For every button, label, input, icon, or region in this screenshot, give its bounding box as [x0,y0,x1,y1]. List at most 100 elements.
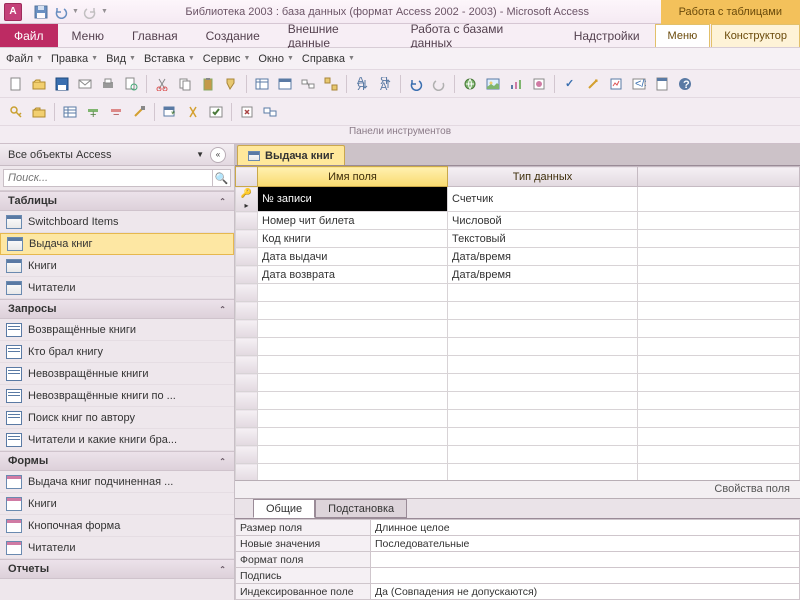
prop-val[interactable]: Длинное целое [371,520,800,536]
field-name-cell[interactable]: № записи [258,187,448,212]
collapse-icon[interactable]: « [210,147,226,163]
copy-icon[interactable] [175,74,195,94]
field-type-cell[interactable]: Текстовый [448,230,638,248]
preview-icon[interactable] [121,74,141,94]
nav-item-query[interactable]: Невозвращённые книги по ... [0,385,234,407]
dropdown-icon[interactable]: ▼ [72,8,79,15]
cat-queries[interactable]: Запросы⌃ [0,299,234,319]
analyze-icon[interactable] [606,74,626,94]
menu-view[interactable]: Вид▼ [106,53,136,65]
prop-val[interactable]: Да (Совпадения не допускаются) [371,584,800,600]
cat-reports[interactable]: Отчеты⌃ [0,559,234,579]
col-datatype[interactable]: Тип данных [448,167,638,187]
check-icon[interactable] [206,102,226,122]
close-icon[interactable] [237,102,257,122]
sort-desc-icon[interactable]: ЯA [375,74,395,94]
cat-tables[interactable]: Таблицы⌃ [0,191,234,211]
properties-icon[interactable] [652,74,672,94]
prop-val[interactable] [371,568,800,584]
undo-icon[interactable] [406,74,426,94]
tab-external[interactable]: Внешние данные [274,24,397,47]
field-type-cell[interactable]: Дата/время [448,266,638,284]
row-selector[interactable] [236,248,258,266]
field-type-cell[interactable]: Числовой [448,212,638,230]
nav-item-form[interactable]: Выдача книг подчиненная ... [0,471,234,493]
cut-icon[interactable] [152,74,172,94]
menu-help[interactable]: Справка▼ [302,53,355,65]
menu-tools[interactable]: Сервис▼ [203,53,251,65]
undo-icon[interactable] [52,3,70,21]
tab-home[interactable]: Главная [118,24,192,47]
autocorrect-icon[interactable] [583,74,603,94]
nav-item-form[interactable]: Читатели [0,537,234,559]
key-icon[interactable] [6,102,26,122]
prop-val[interactable] [371,552,800,568]
nav-item-query[interactable]: Поиск книг по автору [0,407,234,429]
code-icon[interactable]: </> [629,74,649,94]
new-icon[interactable] [6,74,26,94]
tab-addins[interactable]: Надстройки [560,24,654,47]
dropdown-icon[interactable]: ▼ [196,150,204,159]
nav-header[interactable]: Все объекты Access ▼ « [0,144,234,166]
row-selector[interactable] [236,212,258,230]
search-input[interactable] [3,169,213,187]
field-grid[interactable]: Имя поля Тип данных 🔑▸№ записиСчетчик Но… [235,166,800,481]
relationships-icon[interactable] [298,74,318,94]
indexes-icon[interactable] [183,102,203,122]
table-icon[interactable] [252,74,272,94]
search-icon[interactable]: 🔍 [213,169,231,187]
ctx-tab-design[interactable]: Конструктор [711,24,800,47]
hyperlink-icon[interactable] [460,74,480,94]
menu-file[interactable]: Файл▼ [6,53,43,65]
prop-val[interactable]: Последовательные [371,536,800,552]
open-icon[interactable] [29,74,49,94]
file-tab[interactable]: Файл [0,24,58,47]
save-icon[interactable] [32,3,50,21]
deps-icon[interactable] [321,74,341,94]
tab-create[interactable]: Создание [192,24,274,47]
datasheet-icon[interactable] [60,102,80,122]
insert-row-icon[interactable]: + [83,102,103,122]
field-type-cell[interactable]: Дата/время [448,248,638,266]
nav-item-query[interactable]: Невозвращённые книги [0,363,234,385]
builder-icon[interactable] [129,102,149,122]
nav-item-query[interactable]: Возвращённые книги [0,319,234,341]
delete-row-icon[interactable]: − [106,102,126,122]
row-selector[interactable]: 🔑▸ [236,187,258,212]
folder-icon[interactable] [29,102,49,122]
nav-item-form[interactable]: Книги [0,493,234,515]
row-selector[interactable] [236,230,258,248]
field-name-cell[interactable]: Дата возврата [258,266,448,284]
nav-item-query[interactable]: Кто брал книгу [0,341,234,363]
sort-asc-icon[interactable]: AЯ [352,74,372,94]
spell-icon[interactable]: ✓ [560,74,580,94]
tab-menu[interactable]: Меню [58,24,118,47]
table2-icon[interactable] [275,74,295,94]
object-icon[interactable] [529,74,549,94]
menu-window[interactable]: Окно▼ [258,53,294,65]
switch-icon[interactable] [260,102,280,122]
field-name-cell[interactable]: Номер чит билета [258,212,448,230]
doc-tab[interactable]: Выдача книг [237,145,345,165]
help-icon[interactable]: ? [675,74,695,94]
cat-forms[interactable]: Формы⌃ [0,451,234,471]
redo-icon[interactable] [81,3,99,21]
chart-icon[interactable] [506,74,526,94]
print-icon[interactable] [98,74,118,94]
row-selector[interactable] [236,266,258,284]
nav-item-form[interactable]: Кнопочная форма [0,515,234,537]
format-painter-icon[interactable] [221,74,241,94]
save-icon[interactable] [52,74,72,94]
tab-database[interactable]: Работа с базами данных [397,24,560,47]
nav-item-table[interactable]: Читатели [0,277,234,299]
table-new-icon[interactable]: * [160,102,180,122]
ctx-tab-menu[interactable]: Меню [655,24,711,47]
prop-tab-general[interactable]: Общие [253,499,315,518]
menu-insert[interactable]: Вставка▼ [144,53,195,65]
mail-icon[interactable] [75,74,95,94]
menu-edit[interactable]: Правка▼ [51,53,98,65]
redo-icon[interactable] [429,74,449,94]
col-fieldname[interactable]: Имя поля [258,167,448,187]
nav-item-query[interactable]: Читатели и какие книги бра... [0,429,234,451]
field-type-cell[interactable]: Счетчик [448,187,638,212]
